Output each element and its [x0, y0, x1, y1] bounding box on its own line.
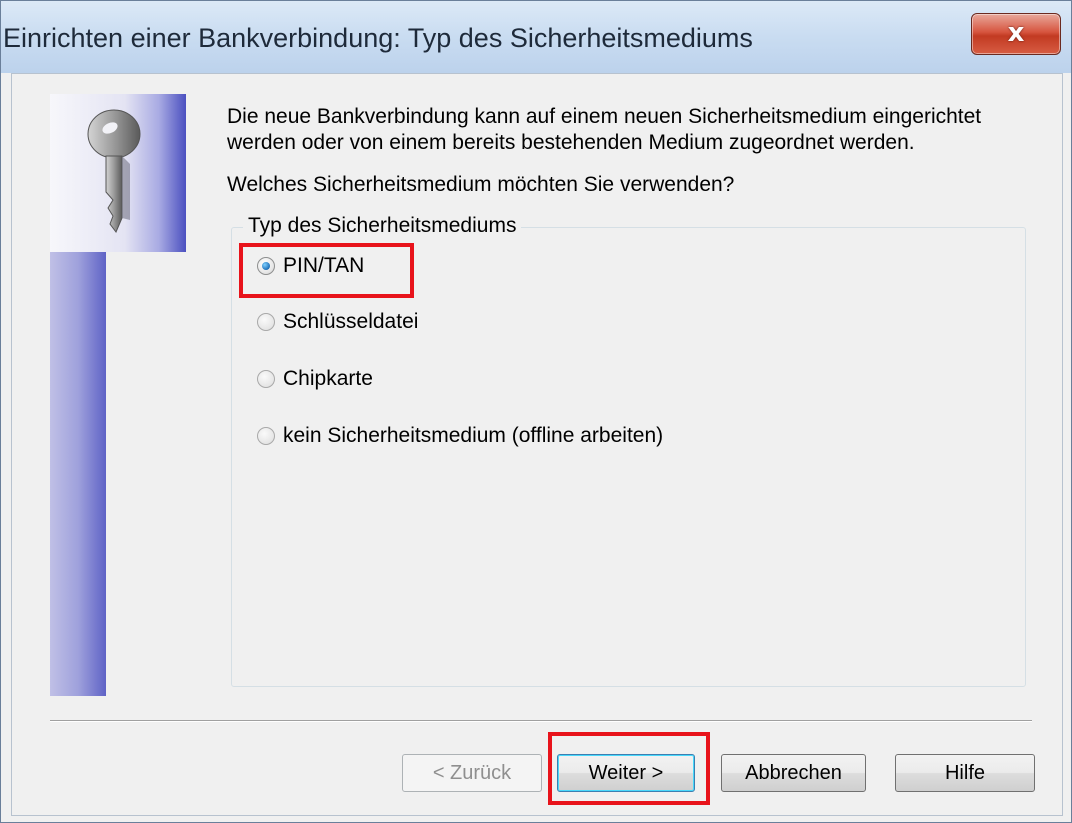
dialog-body: Die neue Bankverbindung kann auf einem n…	[11, 73, 1063, 816]
window-title: Einrichten einer Bankverbindung: Typ des…	[3, 23, 753, 53]
back-button[interactable]: < Zurück	[402, 754, 542, 792]
dialog-window: Einrichten einer Bankverbindung: Typ des…	[0, 0, 1072, 823]
radio-label: kein Sicherheitsmedium (offline arbeiten…	[283, 424, 664, 447]
question-text: Welches Sicherheitsmedium möchten Sie ve…	[227, 173, 735, 196]
title-bar[interactable]: Einrichten einer Bankverbindung: Typ des…	[1, 1, 1071, 73]
radio-chipkarte[interactable]: Chipkarte	[257, 367, 373, 391]
radio-offline[interactable]: kein Sicherheitsmedium (offline arbeiten…	[257, 424, 663, 448]
close-button[interactable]: x	[971, 13, 1061, 55]
button-separator	[50, 720, 1032, 722]
wizard-image	[50, 94, 186, 252]
radio-unselected-icon	[257, 427, 275, 445]
radio-label: Schlüsseldatei	[283, 310, 419, 333]
key-icon	[87, 109, 141, 233]
cancel-button[interactable]: Abbrechen	[721, 754, 866, 792]
intro-text: Die neue Bankverbindung kann auf einem n…	[227, 105, 982, 154]
highlight-box-next	[548, 732, 710, 805]
highlight-box-pin-tan	[239, 243, 414, 298]
radio-unselected-icon	[257, 370, 275, 388]
group-label: Typ des Sicherheitsmediums	[243, 214, 522, 238]
help-button[interactable]: Hilfe	[895, 754, 1035, 792]
close-icon: x	[1007, 18, 1025, 48]
radio-label: Chipkarte	[283, 367, 373, 390]
radio-schluesseldatei[interactable]: Schlüsseldatei	[257, 310, 418, 334]
radio-unselected-icon	[257, 313, 275, 331]
